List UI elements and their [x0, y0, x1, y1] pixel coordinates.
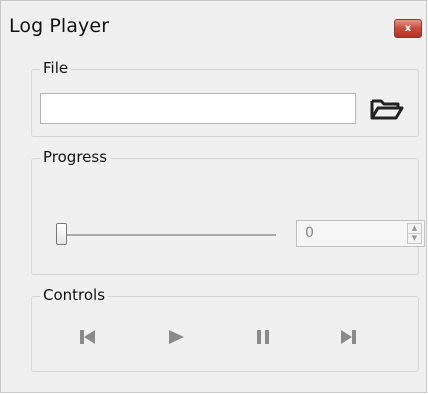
- controls-group-label: Controls: [40, 285, 109, 305]
- progress-spinbox[interactable]: 0 ▲ ▼: [296, 220, 425, 247]
- skip-forward-button[interactable]: [328, 322, 368, 352]
- browse-file-button[interactable]: [368, 95, 406, 123]
- spinbox-buttons: ▲ ▼: [407, 223, 422, 244]
- slider-track: [56, 234, 276, 236]
- progress-group: Progress 0 ▲ ▼: [31, 147, 425, 275]
- pause-icon: [257, 330, 269, 344]
- skip-back-button[interactable]: [68, 322, 108, 352]
- play-icon: [169, 330, 184, 344]
- log-player-window: Log Player x File Progress 0 ▲ ▼ Control…: [0, 0, 427, 393]
- spin-down-button[interactable]: ▼: [408, 234, 421, 244]
- title-bar: Log Player x: [1, 1, 426, 51]
- pause-button[interactable]: [243, 322, 283, 352]
- controls-group: Controls: [31, 285, 419, 372]
- skip-back-icon: [80, 330, 95, 344]
- close-button[interactable]: x: [394, 19, 422, 38]
- window-title: Log Player: [9, 15, 110, 37]
- play-button[interactable]: [156, 322, 196, 352]
- slider-thumb[interactable]: [56, 223, 67, 245]
- spin-up-button[interactable]: ▲: [408, 224, 421, 234]
- spinbox-value: 0: [305, 225, 314, 241]
- progress-slider[interactable]: [56, 221, 276, 249]
- file-path-input[interactable]: [40, 93, 356, 124]
- file-group-label: File: [40, 58, 72, 78]
- close-icon: x: [404, 23, 412, 34]
- file-group: File: [31, 58, 419, 137]
- folder-open-icon: [370, 99, 404, 120]
- skip-forward-icon: [341, 330, 356, 344]
- progress-group-label: Progress: [40, 147, 111, 167]
